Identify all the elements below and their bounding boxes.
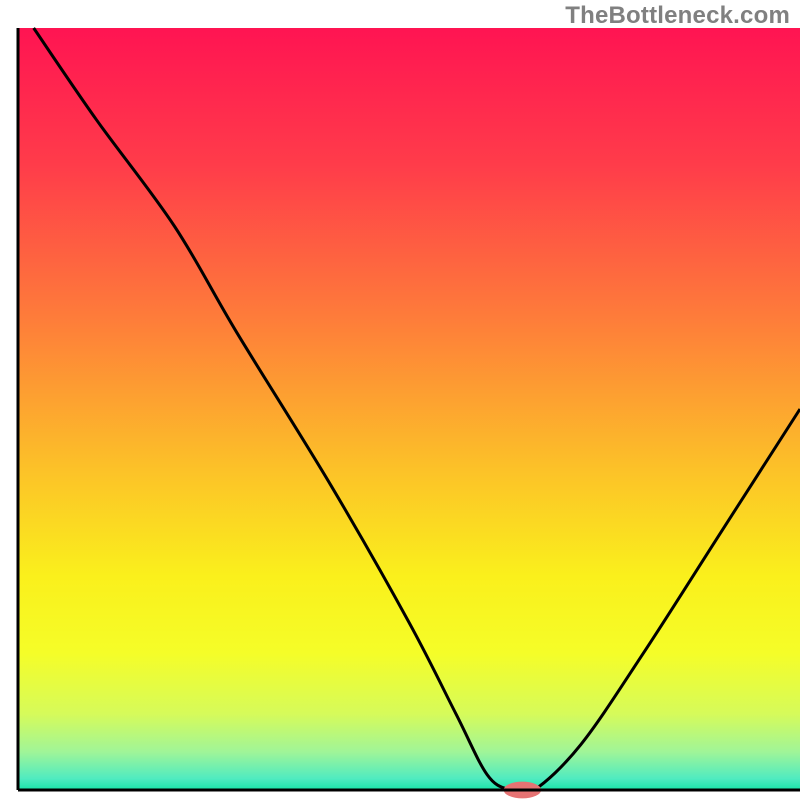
watermark-text: TheBottleneck.com [565,2,790,30]
plot-area [18,28,800,798]
gradient-background [18,28,800,790]
bottleneck-chart: TheBottleneck.com [0,0,800,800]
chart-svg [0,0,800,800]
